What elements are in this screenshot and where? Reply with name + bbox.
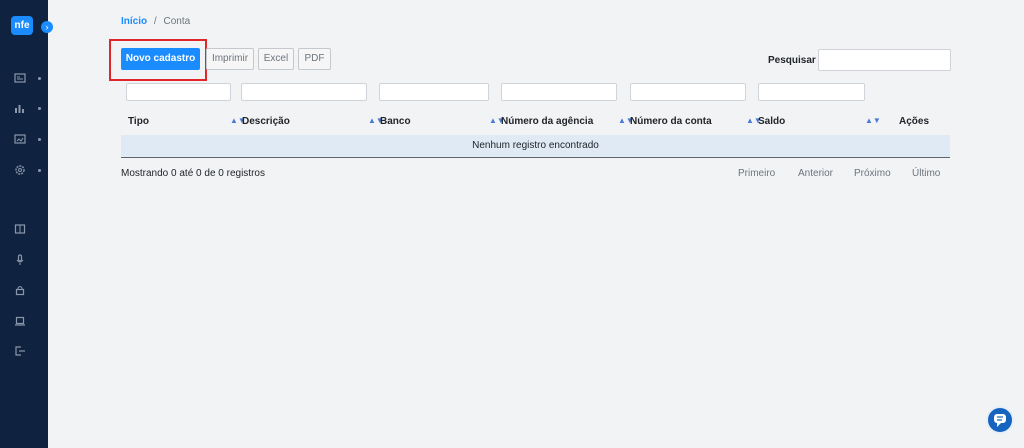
pagination-previous[interactable]: Anterior <box>798 168 833 179</box>
filter-conta-input[interactable] <box>630 83 746 101</box>
book-icon <box>14 224 26 234</box>
gear-icon <box>15 165 25 175</box>
sidebar-item-logout[interactable] <box>14 345 36 359</box>
sidebar-item-audio[interactable] <box>14 254 36 268</box>
highlight-box <box>109 39 207 81</box>
sidebar-dot <box>38 169 41 172</box>
sidebar-item-reports[interactable] <box>14 102 41 116</box>
sidebar: nfe <box>0 0 48 448</box>
table-info: Mostrando 0 até 0 de 0 registros <box>121 168 265 179</box>
filter-banco-input[interactable] <box>379 83 489 101</box>
breadcrumb-separator: / <box>153 16 157 27</box>
image-folder-icon <box>14 134 26 144</box>
news-icon <box>14 73 26 83</box>
chevron-right-icon: › <box>45 22 49 32</box>
chat-button[interactable] <box>986 406 1014 434</box>
sidebar-dot <box>38 77 41 80</box>
chat-icon <box>994 414 1006 427</box>
filter-tipo-input[interactable] <box>126 83 231 101</box>
excel-button[interactable]: Excel <box>258 48 294 70</box>
breadcrumb-current: Conta <box>163 16 191 27</box>
column-header-tipo[interactable]: Tipo <box>128 116 149 127</box>
sidebar-dot <box>38 138 41 141</box>
logout-icon <box>15 346 25 356</box>
pagination-last[interactable]: Último <box>912 168 940 179</box>
column-header-descricao[interactable]: Descrição <box>242 116 290 127</box>
column-header-banco[interactable]: Banco <box>380 116 411 127</box>
filter-saldo-input[interactable] <box>758 83 865 101</box>
breadcrumb-home-link[interactable]: Início <box>121 16 147 27</box>
pdf-button[interactable]: PDF <box>298 48 331 70</box>
sidebar-item-security[interactable] <box>14 284 36 298</box>
bar-chart-icon <box>15 105 24 113</box>
empty-table-row: Nenhum registro encontrado <box>121 135 950 158</box>
column-header-agencia[interactable]: Número da agência <box>501 116 593 127</box>
column-header-conta[interactable]: Número da conta <box>630 116 712 127</box>
sidebar-item-devices[interactable] <box>14 315 36 329</box>
filter-descricao-input[interactable] <box>241 83 367 101</box>
sidebar-item-news[interactable] <box>14 72 41 86</box>
print-button[interactable]: Imprimir <box>206 48 254 70</box>
sidebar-item-guide[interactable] <box>14 223 36 237</box>
search-label: Pesquisar <box>768 55 816 66</box>
pagination-first[interactable]: Primeiro <box>738 168 775 179</box>
sort-icon[interactable]: ▲▼ <box>865 116 881 125</box>
sidebar-item-settings[interactable] <box>14 164 41 178</box>
pagination-next[interactable]: Próximo <box>854 168 891 179</box>
sidebar-item-media[interactable] <box>14 133 41 147</box>
sidebar-toggle-button[interactable]: › <box>41 21 53 33</box>
app-logo[interactable]: nfe <box>11 16 33 35</box>
search-input[interactable] <box>818 49 951 71</box>
lock-icon <box>15 286 25 296</box>
laptop-icon <box>15 316 25 326</box>
column-header-saldo[interactable]: Saldo <box>758 116 785 127</box>
microphone-icon <box>16 254 24 265</box>
breadcrumb: Início / Conta <box>121 16 190 27</box>
column-header-acoes: Ações <box>899 116 930 127</box>
sidebar-dot <box>38 107 41 110</box>
filter-agencia-input[interactable] <box>501 83 617 101</box>
main-content: Início / Conta Novo cadastro Imprimir Ex… <box>48 0 1024 448</box>
